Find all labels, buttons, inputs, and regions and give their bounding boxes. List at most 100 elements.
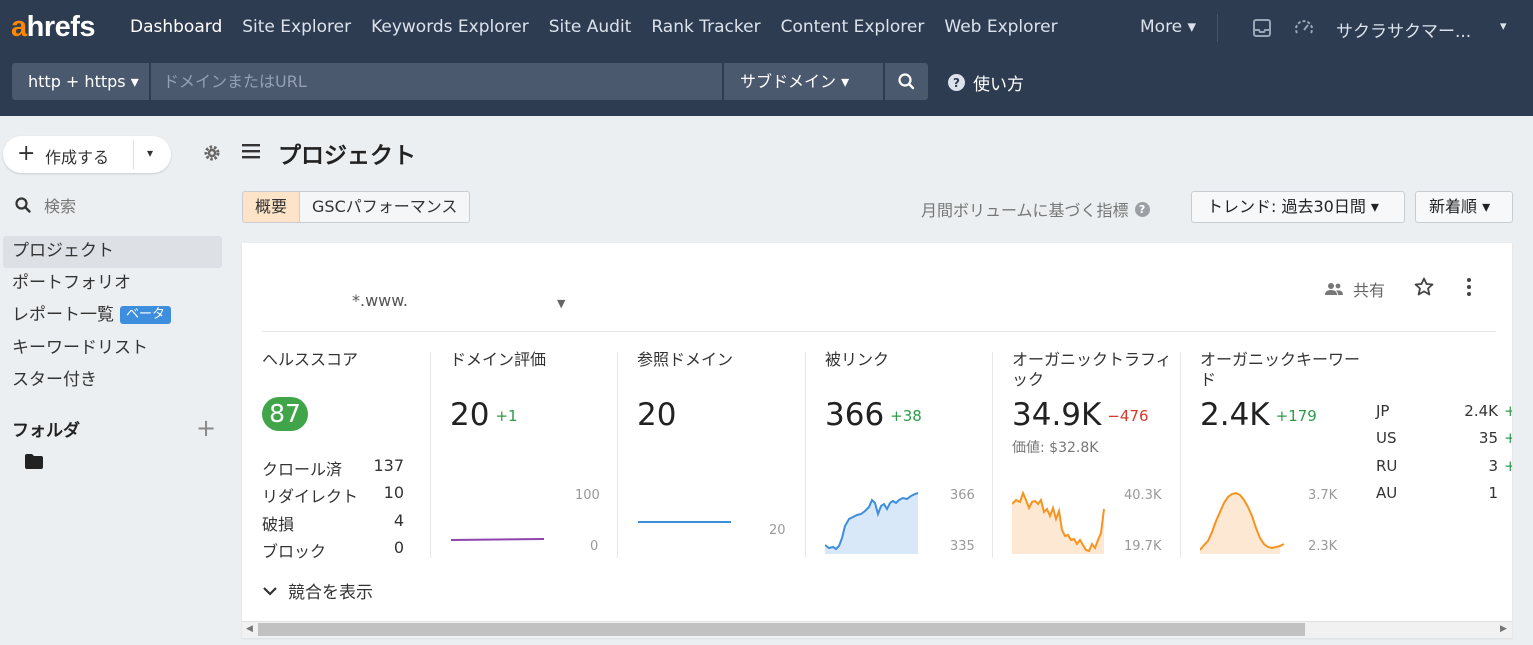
domain-rating-axis-top: 100 xyxy=(575,488,600,503)
organic-keywords-value[interactable]: 2.4K +179 xyxy=(1200,397,1317,433)
blocked-row[interactable]: ブロック 0 xyxy=(262,538,404,562)
search-icon xyxy=(898,73,915,90)
nav-site-explorer[interactable]: Site Explorer xyxy=(242,17,351,37)
nav-more[interactable]: More ▾ xyxy=(1140,17,1196,37)
nav-rank-tracker[interactable]: Rank Tracker xyxy=(651,17,760,37)
create-divider xyxy=(133,140,134,169)
referring-domains-sparkline[interactable] xyxy=(637,513,733,533)
scroll-right-arrow[interactable]: ▶ xyxy=(1500,624,1507,634)
backlinks-axis-top: 366 xyxy=(950,488,975,503)
domain-rating-axis-bottom: 0 xyxy=(590,539,599,554)
create-dropdown-toggle[interactable]: ▾ xyxy=(147,146,153,160)
column-divider xyxy=(617,352,618,558)
nav-dashboard[interactable]: Dashboard xyxy=(130,17,222,37)
subdomain-mode-select[interactable]: サブドメイン ▾ xyxy=(723,63,883,100)
broken-row[interactable]: 破損 4 xyxy=(262,511,404,535)
referring-domains-axis: 20 xyxy=(769,523,786,538)
card-divider xyxy=(262,331,1496,332)
organic-keywords-sparkline[interactable] xyxy=(1200,488,1296,554)
star-icon[interactable] xyxy=(1414,277,1434,297)
column-divider xyxy=(430,352,431,558)
nav-site-audit[interactable]: Site Audit xyxy=(549,17,632,37)
organic-keywords-delta: +179 xyxy=(1275,407,1317,425)
help-icon[interactable]: ? xyxy=(1134,201,1150,217)
trend-period-dropdown[interactable]: トレンド: 過去30日間 ▾ xyxy=(1191,191,1405,223)
nav-web-explorer[interactable]: Web Explorer xyxy=(944,17,1057,37)
nav-divider xyxy=(1217,14,1218,42)
organic-traffic-sparkline[interactable] xyxy=(1012,488,1108,554)
sidebar-item-reports[interactable]: レポート一覧 ベータ xyxy=(3,300,222,332)
page-title: プロジェクト xyxy=(278,143,416,169)
sidebar-item-keyword-lists[interactable]: キーワードリスト xyxy=(3,333,222,365)
kebab-icon[interactable] xyxy=(1461,277,1477,297)
menu-icon[interactable] xyxy=(242,143,260,159)
column-divider xyxy=(805,352,806,558)
backlinks-value[interactable]: 366 +38 xyxy=(825,397,922,433)
crawled-row[interactable]: クロール済 137 xyxy=(262,456,404,480)
nav-content-explorer[interactable]: Content Explorer xyxy=(781,17,925,37)
chevron-down-icon xyxy=(263,586,277,596)
help-label: 使い方 xyxy=(973,75,1024,95)
sidebar-item-projects[interactable]: プロジェクト xyxy=(3,236,222,268)
country-row[interactable]: AU 1 xyxy=(1376,484,1512,502)
referring-domains-label: 参照ドメイン xyxy=(637,350,734,369)
column-divider xyxy=(992,352,993,558)
chevron-down-icon[interactable]: ▾ xyxy=(1500,19,1507,34)
metric-note: 月間ボリュームに基づく指標 ? xyxy=(921,197,1150,221)
organic-traffic-value[interactable]: 34.9K −476 xyxy=(1012,397,1149,433)
project-domain[interactable]: *.www. xyxy=(352,291,408,310)
organic-traffic-axis-bottom: 19.7K xyxy=(1124,539,1162,554)
organic-traffic-label: オーガニックトラフィック xyxy=(1012,350,1172,389)
sidebar-search[interactable]: 検索 xyxy=(14,193,76,217)
search-button[interactable] xyxy=(884,63,928,100)
protocol-select[interactable]: http + https ▾ xyxy=(12,63,149,100)
organic-keywords-axis-top: 3.7K xyxy=(1308,488,1338,503)
share-label: 共有 xyxy=(1353,281,1386,300)
nav-keywords-explorer[interactable]: Keywords Explorer xyxy=(371,17,529,37)
referring-domains-value[interactable]: 20 xyxy=(637,397,676,433)
column-divider xyxy=(1180,352,1181,558)
show-competitors-label: 競合を表示 xyxy=(288,583,373,603)
tab-overview[interactable]: 概要 xyxy=(243,192,301,222)
ahrefs-logo[interactable]: ahrefs xyxy=(11,11,96,44)
chevron-down-icon[interactable]: ▼ xyxy=(557,297,565,310)
sidebar-search-label: 検索 xyxy=(44,197,77,216)
top-navigation-bar: ahrefs Dashboard Site Explorer Keywords … xyxy=(0,0,1533,116)
sidebar-item-portfolio[interactable]: ポートフォリオ xyxy=(3,268,222,300)
scroll-left-arrow[interactable]: ◀ xyxy=(246,624,253,634)
domain-search-input[interactable] xyxy=(150,63,722,100)
gauge-icon[interactable] xyxy=(1294,18,1314,38)
domain-rating-label: ドメイン評価 xyxy=(450,350,547,369)
country-row[interactable]: JP 2.4K + xyxy=(1376,402,1512,420)
scrollbar-thumb[interactable] xyxy=(258,623,1305,636)
help-link[interactable]: ? 使い方 xyxy=(948,70,1024,95)
country-row[interactable]: US 35 + xyxy=(1376,429,1512,447)
sidebar-item-label: レポート一覧 xyxy=(12,305,114,325)
sort-dropdown[interactable]: 新着順 ▾ xyxy=(1415,191,1513,223)
country-row[interactable]: RU 3 + xyxy=(1376,457,1512,475)
health-score-badge[interactable]: 87 xyxy=(262,397,308,431)
create-button[interactable]: + 作成する ▾ xyxy=(3,136,171,173)
backlinks-sparkline[interactable] xyxy=(825,488,921,554)
sidebar-item-starred[interactable]: スター付き xyxy=(3,365,222,397)
search-icon xyxy=(15,197,31,213)
redirect-row[interactable]: リダイレクト 10 xyxy=(262,483,404,507)
health-score-label: ヘルススコア xyxy=(262,350,359,369)
backlinks-label: 被リンク xyxy=(825,350,890,369)
folder-icon[interactable] xyxy=(25,454,43,469)
project-card: *.www. ▼ 共有 ヘルススコア 87 クロール済 137 リダイレクト 10 … xyxy=(242,243,1512,638)
account-menu[interactable]: サクラサクマー... xyxy=(1336,17,1471,42)
organic-traffic-axis-top: 40.3K xyxy=(1124,488,1162,503)
gear-icon[interactable] xyxy=(202,143,222,163)
domain-rating-value[interactable]: 20 +1 xyxy=(450,397,518,433)
domain-rating-sparkline[interactable] xyxy=(450,525,546,555)
domain-rating-delta: +1 xyxy=(495,407,518,425)
share-button[interactable]: 共有 xyxy=(1325,277,1385,301)
organic-keywords-label: オーガニックキーワード xyxy=(1200,350,1361,389)
add-folder-button[interactable]: + xyxy=(196,416,216,440)
tab-gsc-performance[interactable]: GSCパフォーマンス xyxy=(300,192,470,222)
plus-icon: + xyxy=(17,141,36,166)
inbox-icon[interactable] xyxy=(1252,18,1272,38)
show-competitors-toggle[interactable]: 競合を表示 xyxy=(262,578,373,603)
backlinks-delta: +38 xyxy=(890,407,922,425)
